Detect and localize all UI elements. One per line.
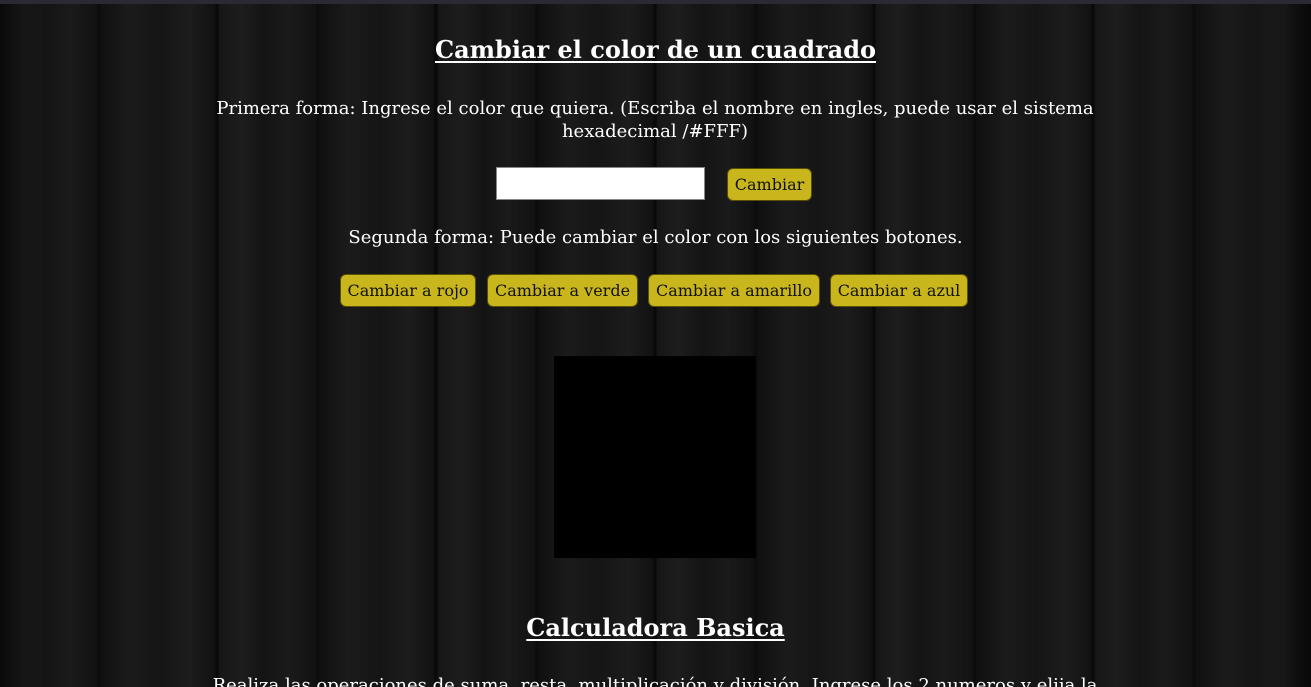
change-to-red-button[interactable]: Cambiar a rojo — [340, 274, 476, 307]
change-to-yellow-button[interactable]: Cambiar a amarillo — [648, 274, 820, 307]
color-square — [554, 356, 756, 558]
change-to-blue-button[interactable]: Cambiar a azul — [830, 274, 968, 307]
first-method-text: Primera forma: Ingrese el color que quie… — [216, 98, 1094, 142]
calculator-intro-text: Realiza las operaciones de suma, resta, … — [212, 675, 1098, 687]
color-section-title: Cambiar el color de un cuadrado — [434, 35, 877, 64]
color-input[interactable] — [496, 167, 705, 200]
calculator-section-title: Calculadora Basica — [526, 613, 785, 642]
change-to-green-button[interactable]: Cambiar a verde — [487, 274, 638, 307]
change-color-button[interactable]: Cambiar — [727, 168, 812, 201]
second-method-text: Segunda forma: Puede cambiar el color co… — [348, 227, 963, 248]
browser-top-bar — [0, 0, 1311, 4]
